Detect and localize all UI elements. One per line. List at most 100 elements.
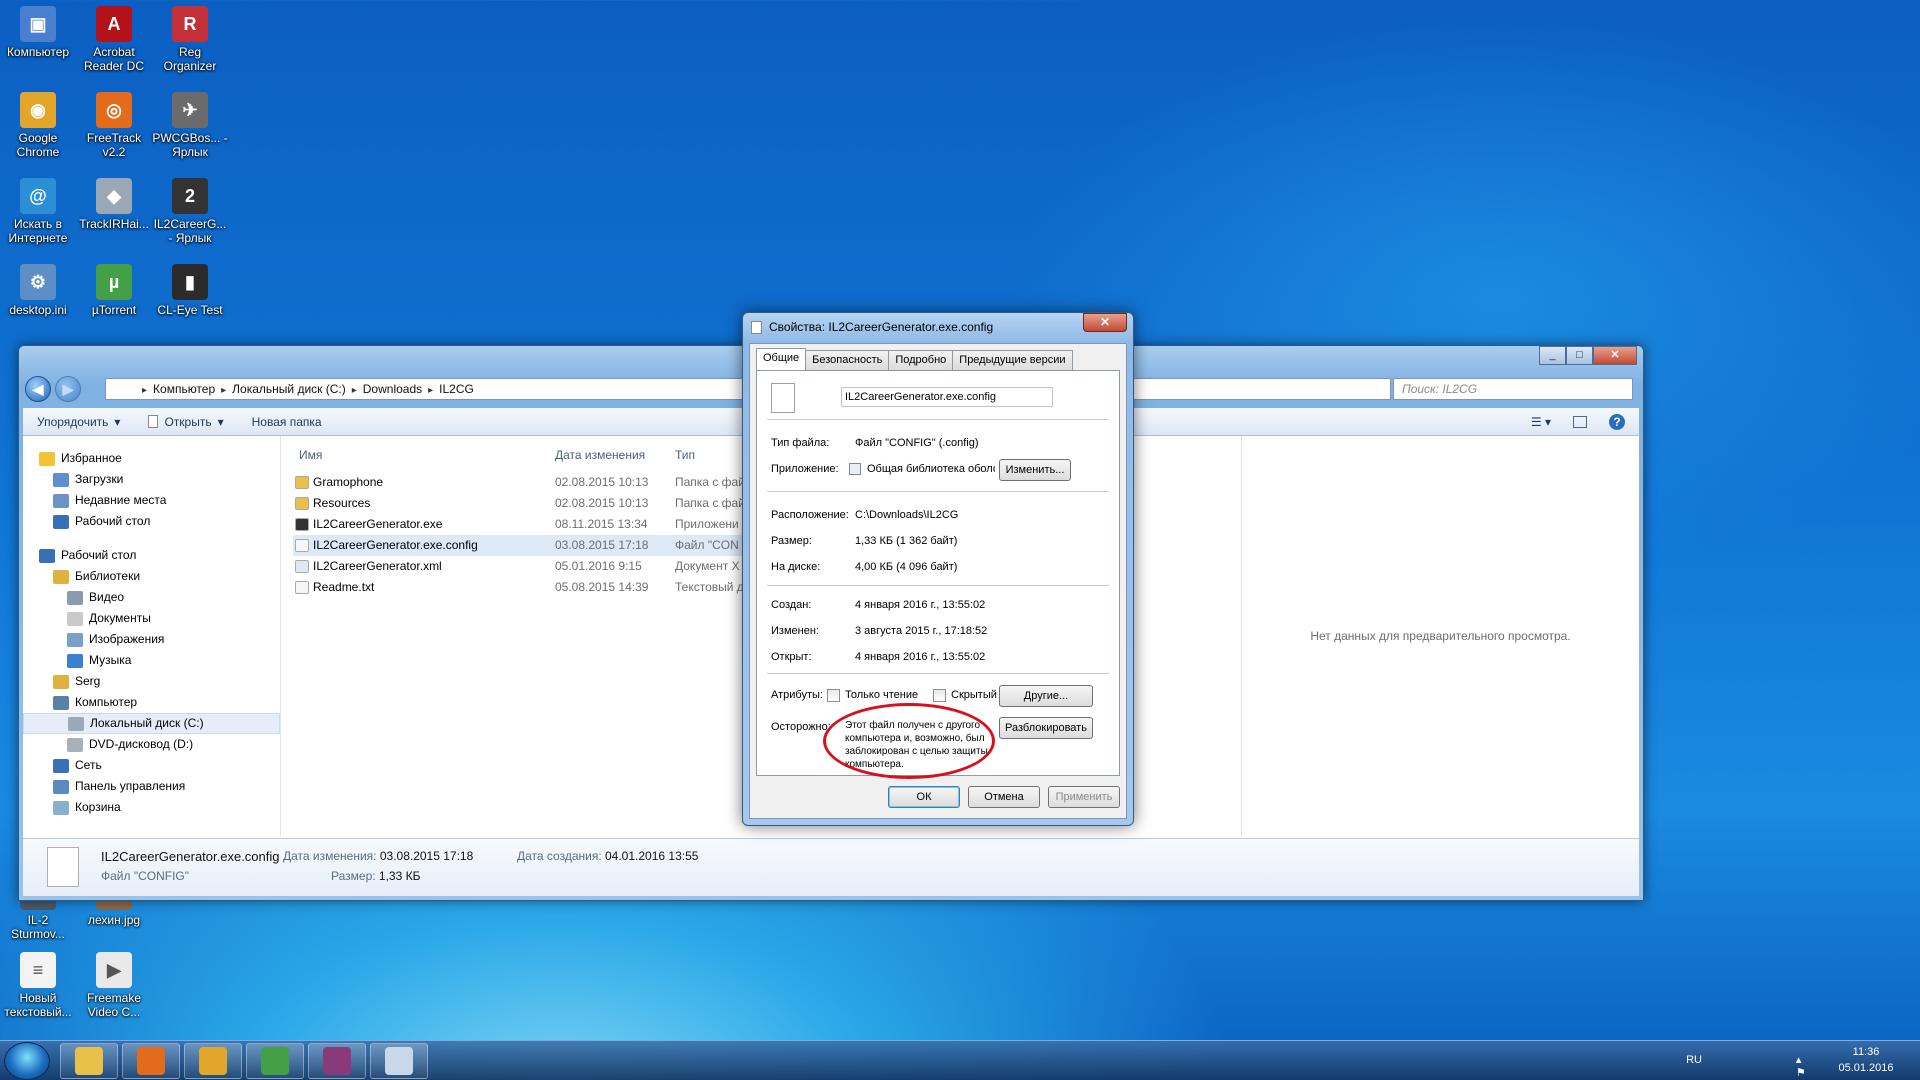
nav-item[interactable]: Документы bbox=[23, 608, 280, 629]
taskbar: RU ▴ ⚑ ◉ ▣ ◀) 11:36 05.01.2016 bbox=[0, 1040, 1920, 1080]
desktop-icon[interactable]: 2 IL2CareerG... - Ярлык bbox=[152, 178, 228, 245]
breadcrumb-item[interactable]: Компьютер bbox=[153, 382, 215, 396]
open-button[interactable]: Открыть ▾ bbox=[148, 415, 224, 429]
nav-item[interactable]: Музыка bbox=[23, 650, 280, 671]
other-attributes-button[interactable]: Другие... bbox=[999, 685, 1093, 707]
preview-pane: Нет данных для предварительного просмотр… bbox=[1241, 436, 1639, 836]
desktop-icon[interactable]: ◉ Google Chrome bbox=[0, 92, 76, 159]
apply-button[interactable]: Применить bbox=[1048, 786, 1120, 808]
winrar-icon bbox=[323, 1047, 351, 1075]
ok-button[interactable]: ОК bbox=[888, 786, 960, 808]
nav-item[interactable]: Панель управления bbox=[23, 776, 280, 797]
breadcrumb-item[interactable]: Локальный диск (C:) bbox=[232, 382, 346, 396]
readonly-checkbox[interactable] bbox=[827, 689, 840, 702]
close-button[interactable]: ✕ bbox=[1593, 346, 1637, 365]
nav-item[interactable]: Сеть bbox=[23, 755, 280, 776]
back-button[interactable]: ◀ bbox=[25, 376, 51, 402]
nav-item[interactable]: Недавние места bbox=[23, 490, 280, 511]
desktop-icon[interactable]: µ µTorrent bbox=[76, 264, 152, 317]
maximize-button[interactable]: □ bbox=[1566, 346, 1593, 365]
nav-item[interactable]: Serg bbox=[23, 671, 280, 692]
taskbar-explorer-button[interactable] bbox=[60, 1043, 118, 1079]
desktop-icon[interactable]: ≡ Новый текстовый... bbox=[0, 952, 76, 1019]
desktop-icon[interactable]: ✈ PWCGBos... - Ярлык bbox=[152, 92, 228, 159]
start-button[interactable] bbox=[4, 1042, 50, 1080]
preview-pane-icon[interactable] bbox=[1573, 415, 1587, 428]
column-type[interactable]: Тип bbox=[675, 444, 695, 466]
details-modified-label: Дата изменения: bbox=[283, 849, 377, 863]
location-label: Расположение: bbox=[771, 509, 849, 521]
breadcrumb-separator[interactable]: ▸ bbox=[221, 385, 226, 396]
nav-item[interactable]: Корзина bbox=[23, 797, 280, 818]
filename-input[interactable]: IL2CareerGenerator.exe.config bbox=[841, 387, 1053, 407]
breadcrumb-item[interactable]: Downloads bbox=[363, 382, 422, 396]
file-large-icon bbox=[47, 847, 79, 887]
utorrent-icon bbox=[261, 1047, 289, 1075]
nav-item[interactable]: DVD-дисковод (D:) bbox=[23, 734, 280, 755]
column-name[interactable]: Имя bbox=[299, 444, 322, 466]
forward-button[interactable]: ▶ bbox=[55, 376, 81, 402]
dialog-close-button[interactable]: ✕ bbox=[1083, 313, 1127, 332]
nav-item[interactable]: Локальный диск (C:) bbox=[23, 713, 280, 734]
taskbar-paint-button[interactable] bbox=[370, 1043, 428, 1079]
tab-details[interactable]: Подробно bbox=[888, 350, 954, 370]
search-input[interactable]: Поиск: IL2CG bbox=[1393, 378, 1633, 400]
nav-item[interactable]: Рабочий стол bbox=[23, 545, 280, 566]
nav-item[interactable]: Загрузки bbox=[23, 469, 280, 490]
breadcrumb-item[interactable]: IL2CG bbox=[439, 382, 474, 396]
breadcrumb-separator[interactable]: ▸ bbox=[142, 385, 147, 396]
cancel-button[interactable]: Отмена bbox=[968, 786, 1040, 808]
tab-previous-versions[interactable]: Предыдущие версии bbox=[952, 350, 1073, 370]
nav-item-icon bbox=[39, 451, 55, 466]
details-created-label: Дата создания: bbox=[517, 849, 602, 863]
file-name: Resources bbox=[313, 496, 371, 510]
clock-time[interactable]: 11:36 bbox=[1836, 1046, 1896, 1058]
details-filename: IL2CareerGenerator.exe.config bbox=[101, 849, 280, 864]
desktop-icon[interactable]: ▶ Freemake Video C... bbox=[76, 952, 152, 1019]
tray-icons[interactable]: ▴ ⚑ ◉ ▣ ◀) bbox=[1796, 1053, 1820, 1080]
minimize-button[interactable]: _ bbox=[1539, 346, 1566, 365]
nav-item-label: Рабочий стол bbox=[61, 548, 137, 562]
unblock-button[interactable]: Разблокировать bbox=[999, 717, 1093, 739]
nav-item[interactable]: Изображения bbox=[23, 629, 280, 650]
view-options-icon[interactable]: ☰ ▾ bbox=[1531, 415, 1551, 429]
taskbar-chrome-button[interactable] bbox=[184, 1043, 242, 1079]
hidden-checkbox[interactable] bbox=[933, 689, 946, 702]
nav-item[interactable]: Избранное bbox=[23, 448, 280, 469]
nav-item[interactable]: Рабочий стол bbox=[23, 511, 280, 532]
taskbar-winrar-button[interactable] bbox=[308, 1043, 366, 1079]
language-indicator[interactable]: RU bbox=[1686, 1054, 1702, 1066]
tab-security[interactable]: Безопасность bbox=[805, 350, 890, 370]
nav-item[interactable]: Видео bbox=[23, 587, 280, 608]
clock-date[interactable]: 05.01.2016 bbox=[1836, 1062, 1896, 1074]
app-icon: ≡ bbox=[20, 952, 56, 988]
nav-item-icon bbox=[53, 758, 69, 773]
new-folder-button[interactable]: Новая папка bbox=[252, 415, 322, 429]
nav-item[interactable]: Библиотеки bbox=[23, 566, 280, 587]
change-button[interactable]: Изменить... bbox=[999, 459, 1071, 481]
column-date[interactable]: Дата изменения bbox=[555, 444, 645, 466]
desktop-icon[interactable]: A Acrobat Reader DC bbox=[76, 6, 152, 73]
breadcrumb-separator[interactable]: ▸ bbox=[428, 385, 433, 396]
organize-button[interactable]: Упорядочить ▾ bbox=[37, 415, 120, 429]
file-icon bbox=[295, 518, 309, 531]
breadcrumb-separator[interactable]: ▸ bbox=[352, 385, 357, 396]
taskbar-media-player-button[interactable] bbox=[122, 1043, 180, 1079]
desktop-icon[interactable]: @ Искать в Интернете bbox=[0, 178, 76, 245]
desktop-icon[interactable]: ⚙ desktop.ini bbox=[0, 264, 76, 317]
nav-item-label: Документы bbox=[89, 611, 151, 625]
desktop-icon[interactable]: ▮ CL-Eye Test bbox=[152, 264, 228, 317]
desktop-icon[interactable]: ▣ Компьютер bbox=[0, 6, 76, 59]
nav-item-label: Изображения bbox=[89, 632, 165, 646]
ondisk-label: На диске: bbox=[771, 561, 821, 573]
help-icon[interactable]: ? bbox=[1609, 413, 1625, 430]
nav-item[interactable]: Компьютер bbox=[23, 692, 280, 713]
desktop-icon[interactable]: ◆ TrackIRHai... bbox=[76, 178, 152, 231]
desktop-icon[interactable]: R Reg Organizer bbox=[152, 6, 228, 73]
desktop-icon-label: FreeTrack v2.2 bbox=[86, 131, 142, 159]
tab-general[interactable]: Общие bbox=[756, 348, 807, 370]
nav-item-label: Видео bbox=[89, 590, 125, 604]
created-value: 4 января 2016 г., 13:55:02 bbox=[855, 599, 986, 611]
taskbar-utorrent-button[interactable] bbox=[246, 1043, 304, 1079]
desktop-icon[interactable]: ◎ FreeTrack v2.2 bbox=[76, 92, 152, 159]
